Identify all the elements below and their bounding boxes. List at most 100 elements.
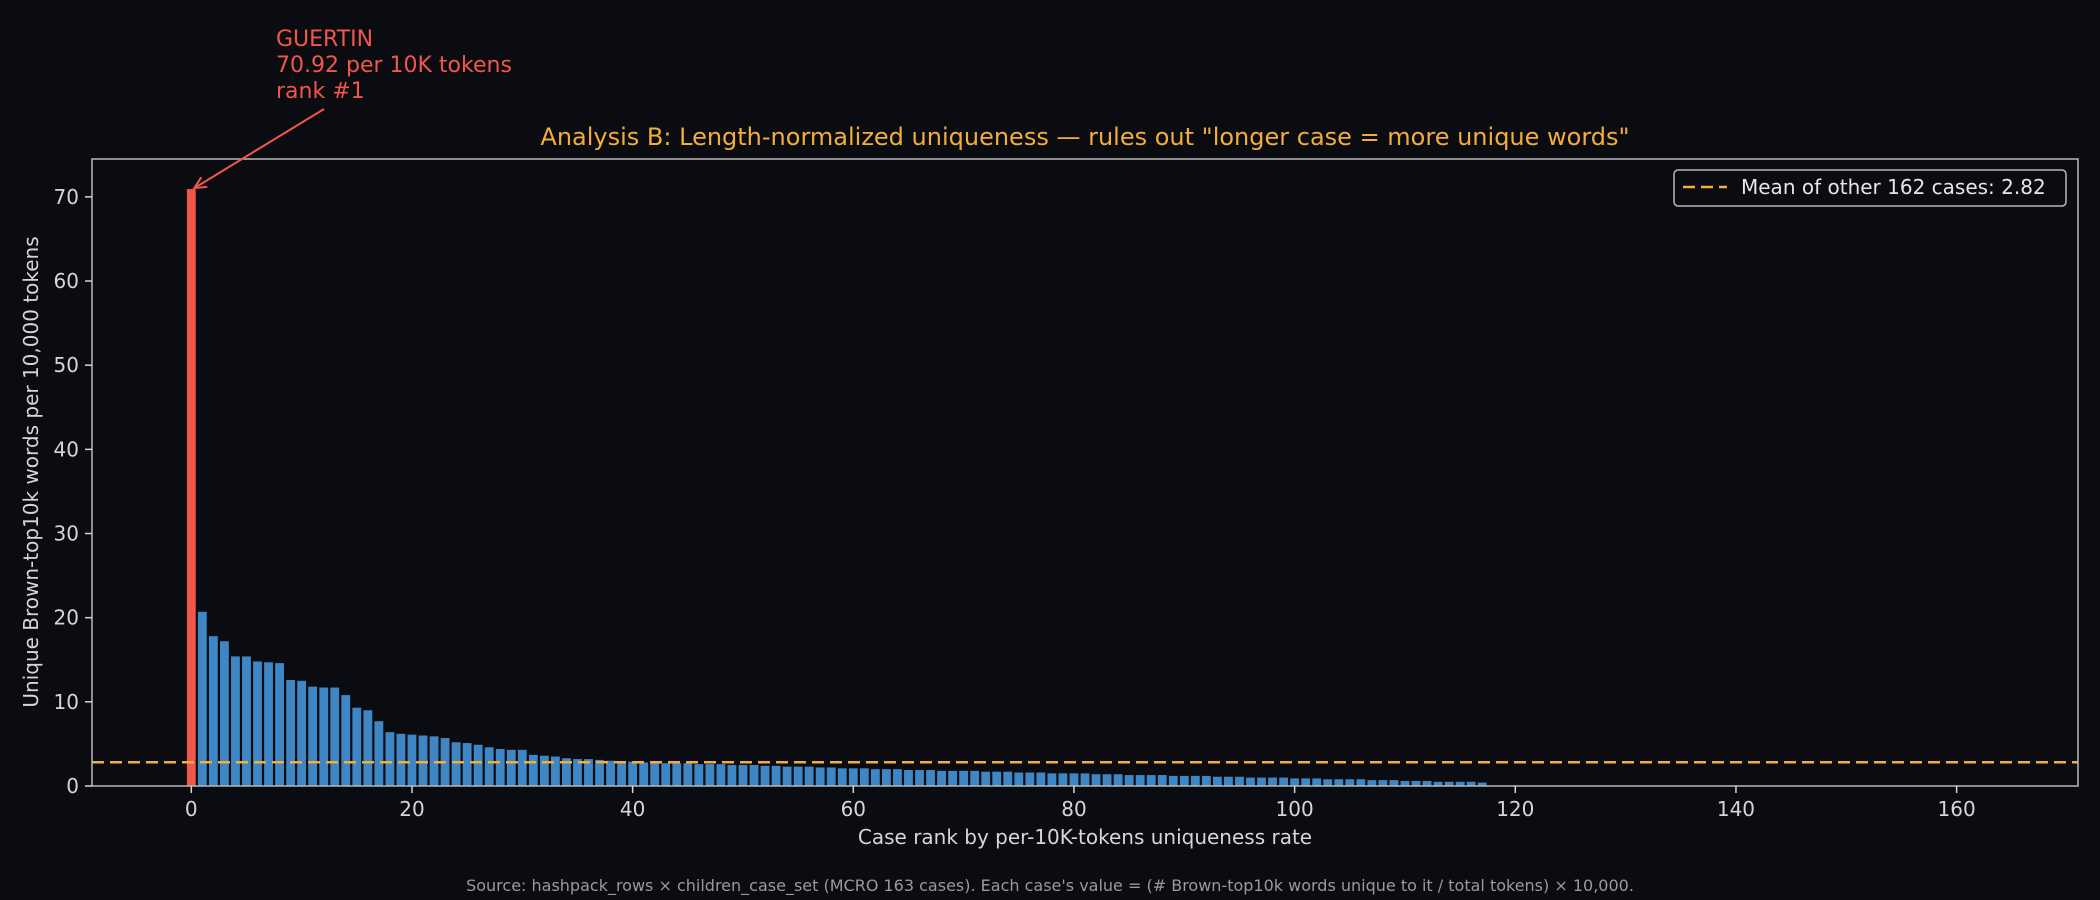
- bar: [1268, 777, 1277, 786]
- bar: [1290, 778, 1300, 786]
- bar: [374, 721, 384, 786]
- bar: [286, 679, 296, 786]
- bar: [1400, 780, 1410, 786]
- bar: [1201, 775, 1211, 786]
- legend-entry-mean: Mean of other 162 cases: 2.82: [1741, 175, 2046, 199]
- bar: [881, 769, 891, 786]
- plot-background: [92, 159, 2078, 786]
- bar: [1224, 776, 1233, 786]
- bar: [253, 661, 262, 786]
- bar: [716, 764, 726, 786]
- bar: [1168, 775, 1178, 786]
- bar: [1025, 772, 1035, 786]
- annotation-line-2: 70.92 per 10K tokens: [276, 53, 512, 78]
- bar: [506, 749, 516, 786]
- bar: [1036, 772, 1046, 786]
- bar: [219, 641, 229, 786]
- x-tick-label: 100: [1276, 797, 1314, 821]
- y-tick-label: 60: [54, 269, 79, 293]
- bar: [1179, 775, 1189, 786]
- bar: [749, 764, 759, 786]
- bar: [396, 733, 406, 786]
- bar: [418, 735, 428, 786]
- bar: [208, 636, 218, 786]
- bar: [606, 760, 615, 786]
- x-tick-label: 160: [1938, 797, 1976, 821]
- bar: [495, 748, 505, 786]
- x-axis: 0 20 40 60 80 100 120 140 160: [185, 786, 1976, 821]
- bar: [837, 768, 847, 786]
- bar: [1113, 774, 1123, 786]
- bar: [1389, 780, 1399, 786]
- annotation-line-3: rank #1: [276, 79, 365, 104]
- bar: [1378, 780, 1388, 786]
- y-tick-label: 30: [54, 522, 79, 546]
- bar: [275, 663, 284, 786]
- y-tick-label: 40: [54, 437, 79, 461]
- bar: [319, 687, 329, 786]
- bar: [738, 764, 748, 786]
- y-axis-label: Unique Brown-top10k words per 10,000 tok…: [19, 236, 43, 707]
- bar: [1080, 773, 1090, 786]
- bar: [231, 656, 240, 786]
- bar: [992, 771, 1002, 786]
- bar: [727, 764, 737, 786]
- bar: [1157, 775, 1167, 786]
- x-tick-label: 40: [620, 797, 645, 821]
- chart-title: Analysis B: Length-normalized uniqueness…: [540, 123, 1629, 151]
- bar: [981, 771, 991, 786]
- bar: [1422, 780, 1432, 786]
- bar: [1334, 779, 1344, 786]
- bar: [970, 770, 980, 786]
- bar: [462, 743, 472, 786]
- bar: [363, 710, 373, 786]
- bar: [683, 763, 693, 786]
- bar: [650, 762, 660, 786]
- bar: [926, 770, 935, 786]
- bar: [308, 686, 318, 786]
- x-tick-label: 60: [841, 797, 866, 821]
- bar: [1014, 772, 1024, 786]
- bar: [197, 611, 207, 786]
- bar: [617, 761, 627, 786]
- bar: [1212, 776, 1222, 786]
- bar: [760, 765, 770, 786]
- bar: [694, 764, 704, 786]
- bar: [1257, 777, 1266, 786]
- annotation-line-1: GUERTIN: [276, 27, 373, 52]
- bar: [297, 680, 307, 786]
- bar: [1190, 775, 1200, 786]
- source-note: Source: hashpack_rows × children_case_se…: [466, 876, 1634, 896]
- bar: [1091, 774, 1101, 786]
- bar: [385, 732, 395, 786]
- bar: [595, 759, 604, 786]
- uniqueness-bar-chart: 0 20 40 60 80 100 120 140 160 0 10 20 30 40 50 60 70 An…: [19, 27, 2079, 896]
- bar: [870, 769, 880, 786]
- legend: Mean of other 162 cases: 2.82: [1673, 169, 2067, 207]
- bar: [1003, 771, 1013, 786]
- bar: [804, 766, 814, 786]
- bar: [793, 766, 803, 786]
- bar: [330, 687, 340, 786]
- bar: [1246, 777, 1255, 786]
- bar: [1047, 773, 1057, 786]
- bar: [771, 765, 781, 786]
- bar: [1356, 779, 1366, 786]
- x-tick-label: 120: [1496, 797, 1534, 821]
- bar: [782, 766, 792, 786]
- bar: [1235, 776, 1244, 786]
- bar: [242, 656, 251, 786]
- y-tick-label: 70: [54, 185, 79, 209]
- bar: [484, 747, 494, 786]
- bar: [528, 754, 538, 786]
- bar: [1058, 773, 1068, 786]
- bar: [1312, 778, 1322, 786]
- bar: [451, 742, 461, 786]
- y-tick-label: 10: [54, 690, 79, 714]
- bar: [341, 695, 351, 786]
- bar: [1345, 779, 1355, 786]
- bar: [1301, 778, 1311, 786]
- x-axis-label: Case rank by per-10K-tokens uniqueness r…: [858, 825, 1312, 849]
- bar: [264, 662, 273, 786]
- x-tick-label: 140: [1717, 797, 1755, 821]
